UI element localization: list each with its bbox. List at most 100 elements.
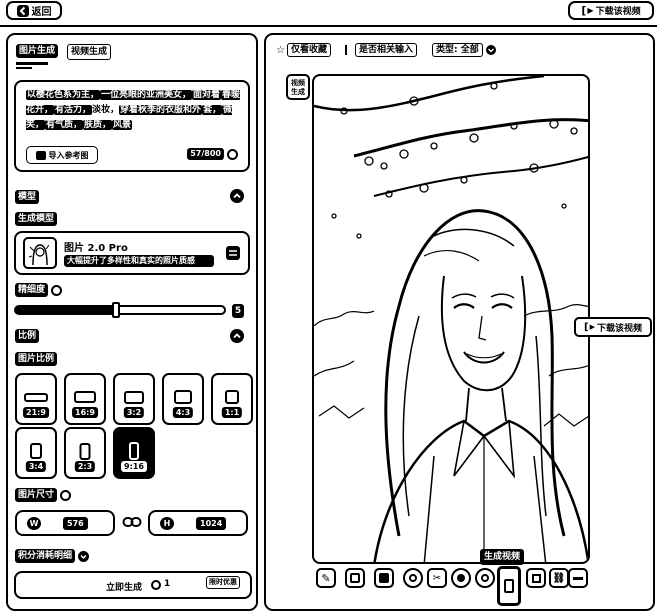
dot-icon <box>345 45 351 55</box>
prompt-segment: 穿着秋季的衣服和外 <box>119 105 203 115</box>
side-download-label: 下载该视频 <box>596 323 642 334</box>
info-icon[interactable] <box>51 284 63 296</box>
video-frame-icon <box>504 579 514 593</box>
prompt-segment: 有活力， <box>54 105 93 115</box>
type-filter[interactable]: 类型: 全部 <box>432 43 496 57</box>
chevron-left-icon <box>16 4 29 17</box>
upscale-tool-button[interactable] <box>374 568 394 588</box>
cost-detail-label: 积分消耗明细 <box>15 549 76 563</box>
back-label: 返回 <box>31 7 52 18</box>
pencil-icon: ✎ <box>321 571 331 585</box>
ratio-sub-label: 图片比例 <box>15 352 58 366</box>
generate-button[interactable]: 立即生成 1 限时优惠 <box>14 571 252 599</box>
ratio-option[interactable]: 3:2 <box>113 373 155 425</box>
more-tool-button[interactable] <box>568 568 588 588</box>
style-tool-button[interactable] <box>475 568 495 588</box>
ratio-label: 4:3 <box>172 407 194 418</box>
ratio-shape-icon <box>124 390 144 404</box>
cutout-tool-button[interactable]: ✂ <box>427 568 447 588</box>
width-value[interactable]: 576 <box>63 517 88 530</box>
ratio-label: 21:9 <box>23 407 49 418</box>
thumb-label: 视频生成 <box>291 79 305 96</box>
generated-image[interactable] <box>312 74 590 564</box>
size-label-wrap: 图片尺寸 <box>15 488 72 502</box>
precision-slider[interactable] <box>14 302 226 318</box>
ratio-option[interactable]: 16:9 <box>64 373 106 425</box>
model-thumbnail <box>23 237 57 269</box>
height-value[interactable]: 1024 <box>196 517 227 530</box>
link-icon[interactable] <box>122 515 142 529</box>
edit-tool-button[interactable]: ✎ <box>316 568 336 588</box>
width-field[interactable]: W 576 <box>15 510 115 536</box>
bracket-icon: [ <box>581 4 587 17</box>
tab-underline-2 <box>16 67 32 69</box>
compose-filter[interactable]: 是否相关输入 <box>345 43 418 57</box>
precision-value: 5 <box>232 304 244 318</box>
download-label: 下载该视频 <box>595 7 641 17</box>
model-section-label: 模型 <box>15 190 40 204</box>
star-icon: ☆ <box>276 44 285 56</box>
ratio-option[interactable]: 21:9 <box>15 373 57 425</box>
ratio-option[interactable]: 3:4 <box>15 427 57 479</box>
tab-underline <box>16 62 48 65</box>
chevron-down-icon <box>78 550 90 562</box>
ratio-label: 2:3 <box>74 461 96 472</box>
thumb-badge[interactable]: 视频生成 <box>286 74 310 100</box>
prompt-text[interactable]: 以樱花色系为主， 一位亮眼的亚洲美女， 面对着 春暖花开， 有活力，淡妆，穿着秋季的衣服… <box>26 88 246 133</box>
erase-tool-button[interactable] <box>403 568 423 588</box>
expand-tool-button[interactable] <box>345 568 365 588</box>
ratio-shape-icon <box>30 443 42 459</box>
size-label: 图片尺寸 <box>15 488 58 502</box>
switch-model-icon[interactable] <box>226 246 240 260</box>
import-reference-button[interactable]: 导入参考图 <box>26 146 98 164</box>
favorites-filter[interactable]: ☆ 仅看收藏 <box>276 43 331 57</box>
info-icon[interactable] <box>60 489 72 501</box>
clear-icon[interactable] <box>227 148 238 160</box>
grid-icon <box>531 573 541 583</box>
back-button[interactable]: 返回 <box>6 1 62 20</box>
link-tool-button[interactable]: ⛓ <box>549 568 569 588</box>
prompt-box[interactable]: 以樱花色系为主， 一位亮眼的亚洲美女， 面对着 春暖花开， 有活力，淡妆，穿着秋季的衣服… <box>14 80 250 172</box>
generate-video-tool-button[interactable] <box>497 566 521 606</box>
model-selector[interactable]: 图片 2.0 Pro 大幅提升了多样性和真实的照片质感 <box>14 231 250 275</box>
eraser-icon <box>409 574 417 582</box>
collapse-ratio-icon[interactable] <box>230 329 244 343</box>
ratio-option[interactable]: 1:1 <box>211 373 253 425</box>
favorites-label: 仅看收藏 <box>286 43 331 57</box>
precision-label: 精细度 <box>15 283 49 297</box>
bracket-icon: [ <box>584 321 589 333</box>
prompt-segment: 以樱花色系为主， <box>26 90 101 100</box>
ratio-shape-icon <box>174 390 192 404</box>
model-type-label: 生成模型 <box>15 212 58 226</box>
width-letter: W <box>27 517 41 530</box>
collapse-model-icon[interactable] <box>230 189 244 203</box>
chevron-down-icon <box>485 45 496 55</box>
ratio-shape-icon <box>79 442 91 460</box>
tab-video-generation[interactable]: 视频生成 <box>67 44 112 60</box>
brush-icon <box>457 574 465 582</box>
detail-label-wrap[interactable]: 积分消耗明细 <box>15 549 90 563</box>
chain-icon: ⛓ <box>552 572 566 584</box>
height-field[interactable]: H 1024 <box>148 510 248 536</box>
ratio-option[interactable]: 9:16 <box>113 427 155 479</box>
precision-slider-fill <box>16 307 116 313</box>
prompt-segment: 有气质， <box>45 120 84 130</box>
import-ref-label: 导入参考图 <box>48 150 89 160</box>
image-icon <box>35 150 46 160</box>
ratio-label: 3:2 <box>123 407 145 418</box>
type-label: 类型: 全部 <box>432 43 483 57</box>
ratio-option[interactable]: 2:3 <box>64 427 106 479</box>
top-divider <box>0 25 657 27</box>
grid-tool-button[interactable] <box>526 568 546 588</box>
tab-image-generation[interactable]: 图片生成 <box>16 44 59 58</box>
height-letter: H <box>160 517 174 530</box>
model-name: 图片 2.0 Pro <box>64 243 128 254</box>
precision-slider-handle[interactable] <box>111 302 120 318</box>
side-download-video-button[interactable]: [ ▶ 下载该视频 <box>574 317 652 337</box>
ratio-label: 9:16 <box>121 461 147 472</box>
retouch-tool-button[interactable] <box>451 568 471 588</box>
ratio-option[interactable]: 4:3 <box>162 373 204 425</box>
ratio-section-label: 比例 <box>15 329 40 343</box>
download-video-button[interactable]: [ ▶ 下载该视频 <box>568 1 654 20</box>
prompt-segment: 淡妆， <box>92 105 120 115</box>
